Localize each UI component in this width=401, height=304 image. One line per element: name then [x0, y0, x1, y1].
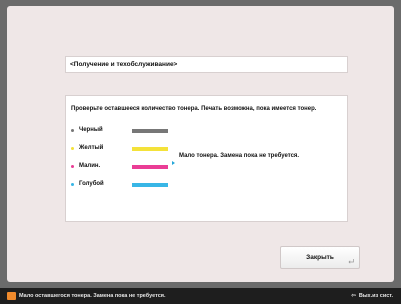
- toner-bar-cyan: [132, 183, 168, 187]
- logout-button[interactable]: ⇦ Вых.из сист.: [351, 288, 393, 304]
- arrow-right-icon: [172, 161, 175, 165]
- toner-bar-magenta: [132, 165, 168, 169]
- toner-label-magenta: Малин.: [79, 163, 101, 169]
- close-button[interactable]: Закрыть: [280, 246, 360, 269]
- bullet-icon: [71, 129, 74, 132]
- toner-label-black: Черный: [79, 127, 103, 133]
- bullet-icon: [71, 165, 74, 168]
- toner-label-yellow: Желтый: [79, 145, 104, 151]
- dialog-panel: <Получение и техобслуживание> Проверьте …: [7, 6, 394, 282]
- toner-bar-yellow: [132, 147, 168, 151]
- close-button-label: Закрыть: [306, 254, 334, 261]
- status-bar: Мало оставшегося тонера. Замена пока не …: [0, 288, 401, 304]
- warning-icon[interactable]: [7, 292, 16, 300]
- enter-return-icon: [348, 259, 354, 264]
- low-toner-note: Мало тонера. Замена пока не требуется.: [179, 153, 300, 159]
- toner-info-box: Проверьте оставшееся количество тонера. …: [65, 95, 348, 222]
- status-message[interactable]: Мало оставшегося тонера. Замена пока не …: [19, 288, 166, 304]
- logout-label: Вых.из сист.: [358, 293, 393, 299]
- bullet-icon: [71, 147, 74, 150]
- toner-message: Проверьте оставшееся количество тонера. …: [71, 106, 317, 112]
- logout-icon: ⇦: [351, 293, 356, 299]
- toner-bar-black: [132, 129, 168, 133]
- screen-background: <Получение и техобслуживание> Проверьте …: [0, 0, 401, 288]
- dialog-title: <Получение и техобслуживание>: [65, 56, 348, 73]
- toner-label-cyan: Голубой: [79, 181, 104, 187]
- bullet-icon: [71, 183, 74, 186]
